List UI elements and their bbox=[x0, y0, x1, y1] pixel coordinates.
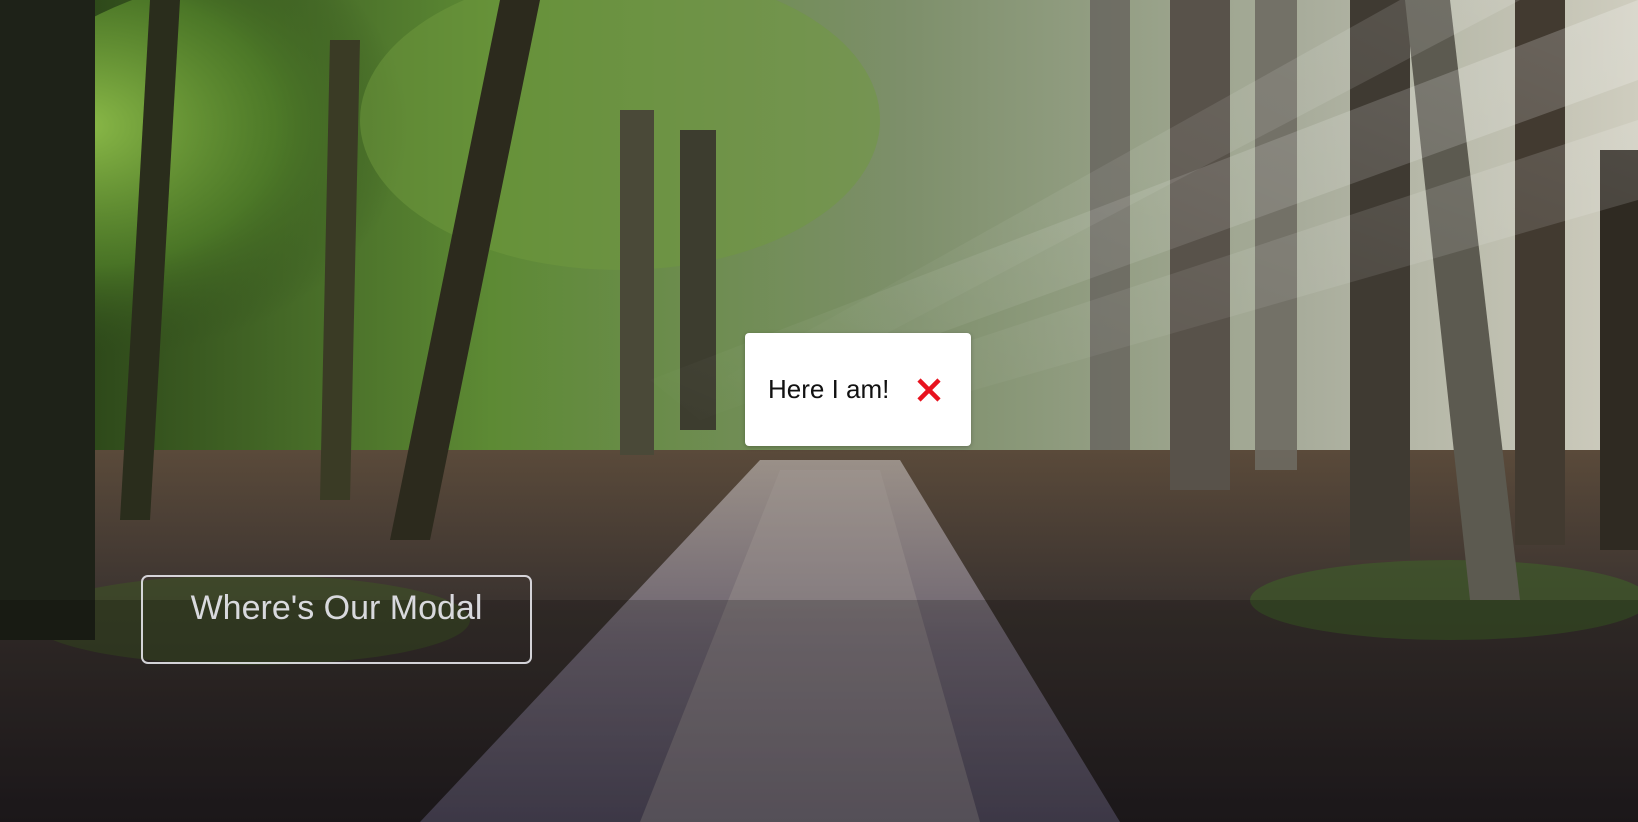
page-background: Where's Our Modal Here I am! bbox=[0, 0, 1638, 822]
modal-dialog: Here I am! bbox=[745, 333, 971, 446]
modal-message: Here I am! bbox=[768, 374, 890, 404]
close-icon[interactable] bbox=[915, 376, 943, 404]
open-modal-button[interactable]: Where's Our Modal bbox=[141, 575, 532, 664]
